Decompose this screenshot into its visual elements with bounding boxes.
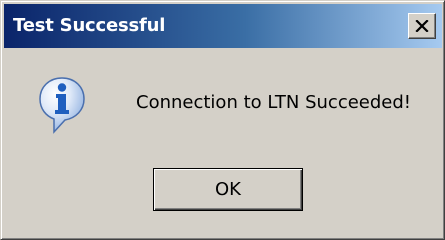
title-bar[interactable]: Test Successful [4,4,442,48]
dialog-message: Connection to LTN Succeeded! [136,92,412,113]
info-icon [37,76,87,136]
dialog-window: Test Successful Connection to LTN Succee… [0,0,445,240]
close-icon [415,20,429,32]
close-button[interactable] [408,13,436,39]
dialog-title: Test Successful [13,15,166,36]
ok-button[interactable]: OK [153,168,303,211]
ok-button-label: OK [215,179,241,200]
